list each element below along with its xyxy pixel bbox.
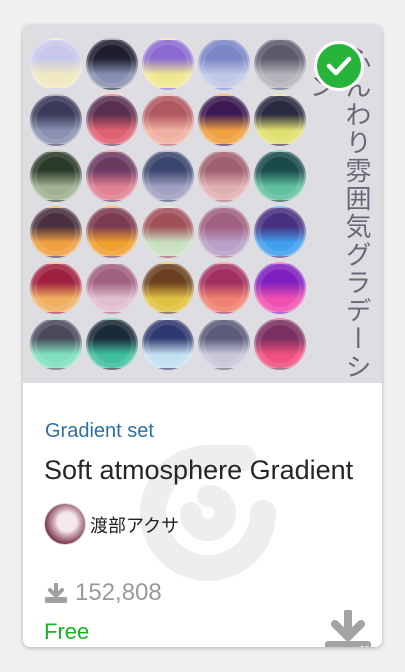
- download-count-value: 152,808: [75, 579, 162, 606]
- gradient-swatch: [142, 318, 194, 370]
- gradient-swatch: [30, 262, 82, 314]
- gradient-swatch: [198, 262, 250, 314]
- thumbnail-caption: ふんわり雰囲気グラデーション: [305, 45, 371, 381]
- gradient-swatch: [30, 94, 82, 146]
- author-name[interactable]: 渡部アクサ: [90, 512, 179, 538]
- gradient-swatch: [30, 318, 82, 370]
- gradient-swatch: [198, 318, 250, 370]
- gradient-swatch: [86, 318, 138, 370]
- gradient-swatch: [142, 150, 194, 202]
- gradient-swatch: [142, 206, 194, 258]
- gradient-swatch: [86, 206, 138, 258]
- gradient-swatch: [30, 206, 82, 258]
- gradient-swatch: [198, 94, 250, 146]
- gradient-swatch: [198, 38, 250, 90]
- gradient-swatch: [86, 150, 138, 202]
- gradient-swatch: [30, 150, 82, 202]
- gradient-swatch: [86, 38, 138, 90]
- gradient-swatch: [254, 206, 306, 258]
- price-label: Free: [44, 619, 90, 644]
- check-icon: [314, 41, 364, 91]
- gradient-swatch: [254, 150, 306, 202]
- asset-card[interactable]: ふんわり雰囲気グラデーション Gradient set Soft atmosph…: [23, 25, 382, 647]
- gradient-swatch: [142, 94, 194, 146]
- thumbnail[interactable]: ふんわり雰囲気グラデーション: [23, 25, 382, 383]
- gradient-swatch: [198, 206, 250, 258]
- category-link[interactable]: Gradient set: [45, 420, 154, 443]
- avatar[interactable]: [44, 503, 86, 545]
- download-button[interactable]: [324, 610, 372, 647]
- gradient-swatch: [30, 38, 82, 90]
- asset-title[interactable]: Soft atmosphere Gradient: [44, 455, 353, 486]
- gradient-swatch: [254, 38, 306, 90]
- gradient-swatch: [142, 262, 194, 314]
- gradient-swatch: [254, 94, 306, 146]
- card-info: Gradient set Soft atmosphere Gradient 渡部…: [23, 383, 382, 647]
- gradient-swatch: [86, 262, 138, 314]
- gradient-swatch: [254, 262, 306, 314]
- gradient-swatch: [142, 38, 194, 90]
- gradient-swatch: [86, 94, 138, 146]
- download-icon: [45, 583, 67, 603]
- gradient-swatch: [198, 150, 250, 202]
- gradient-swatch: [254, 318, 306, 370]
